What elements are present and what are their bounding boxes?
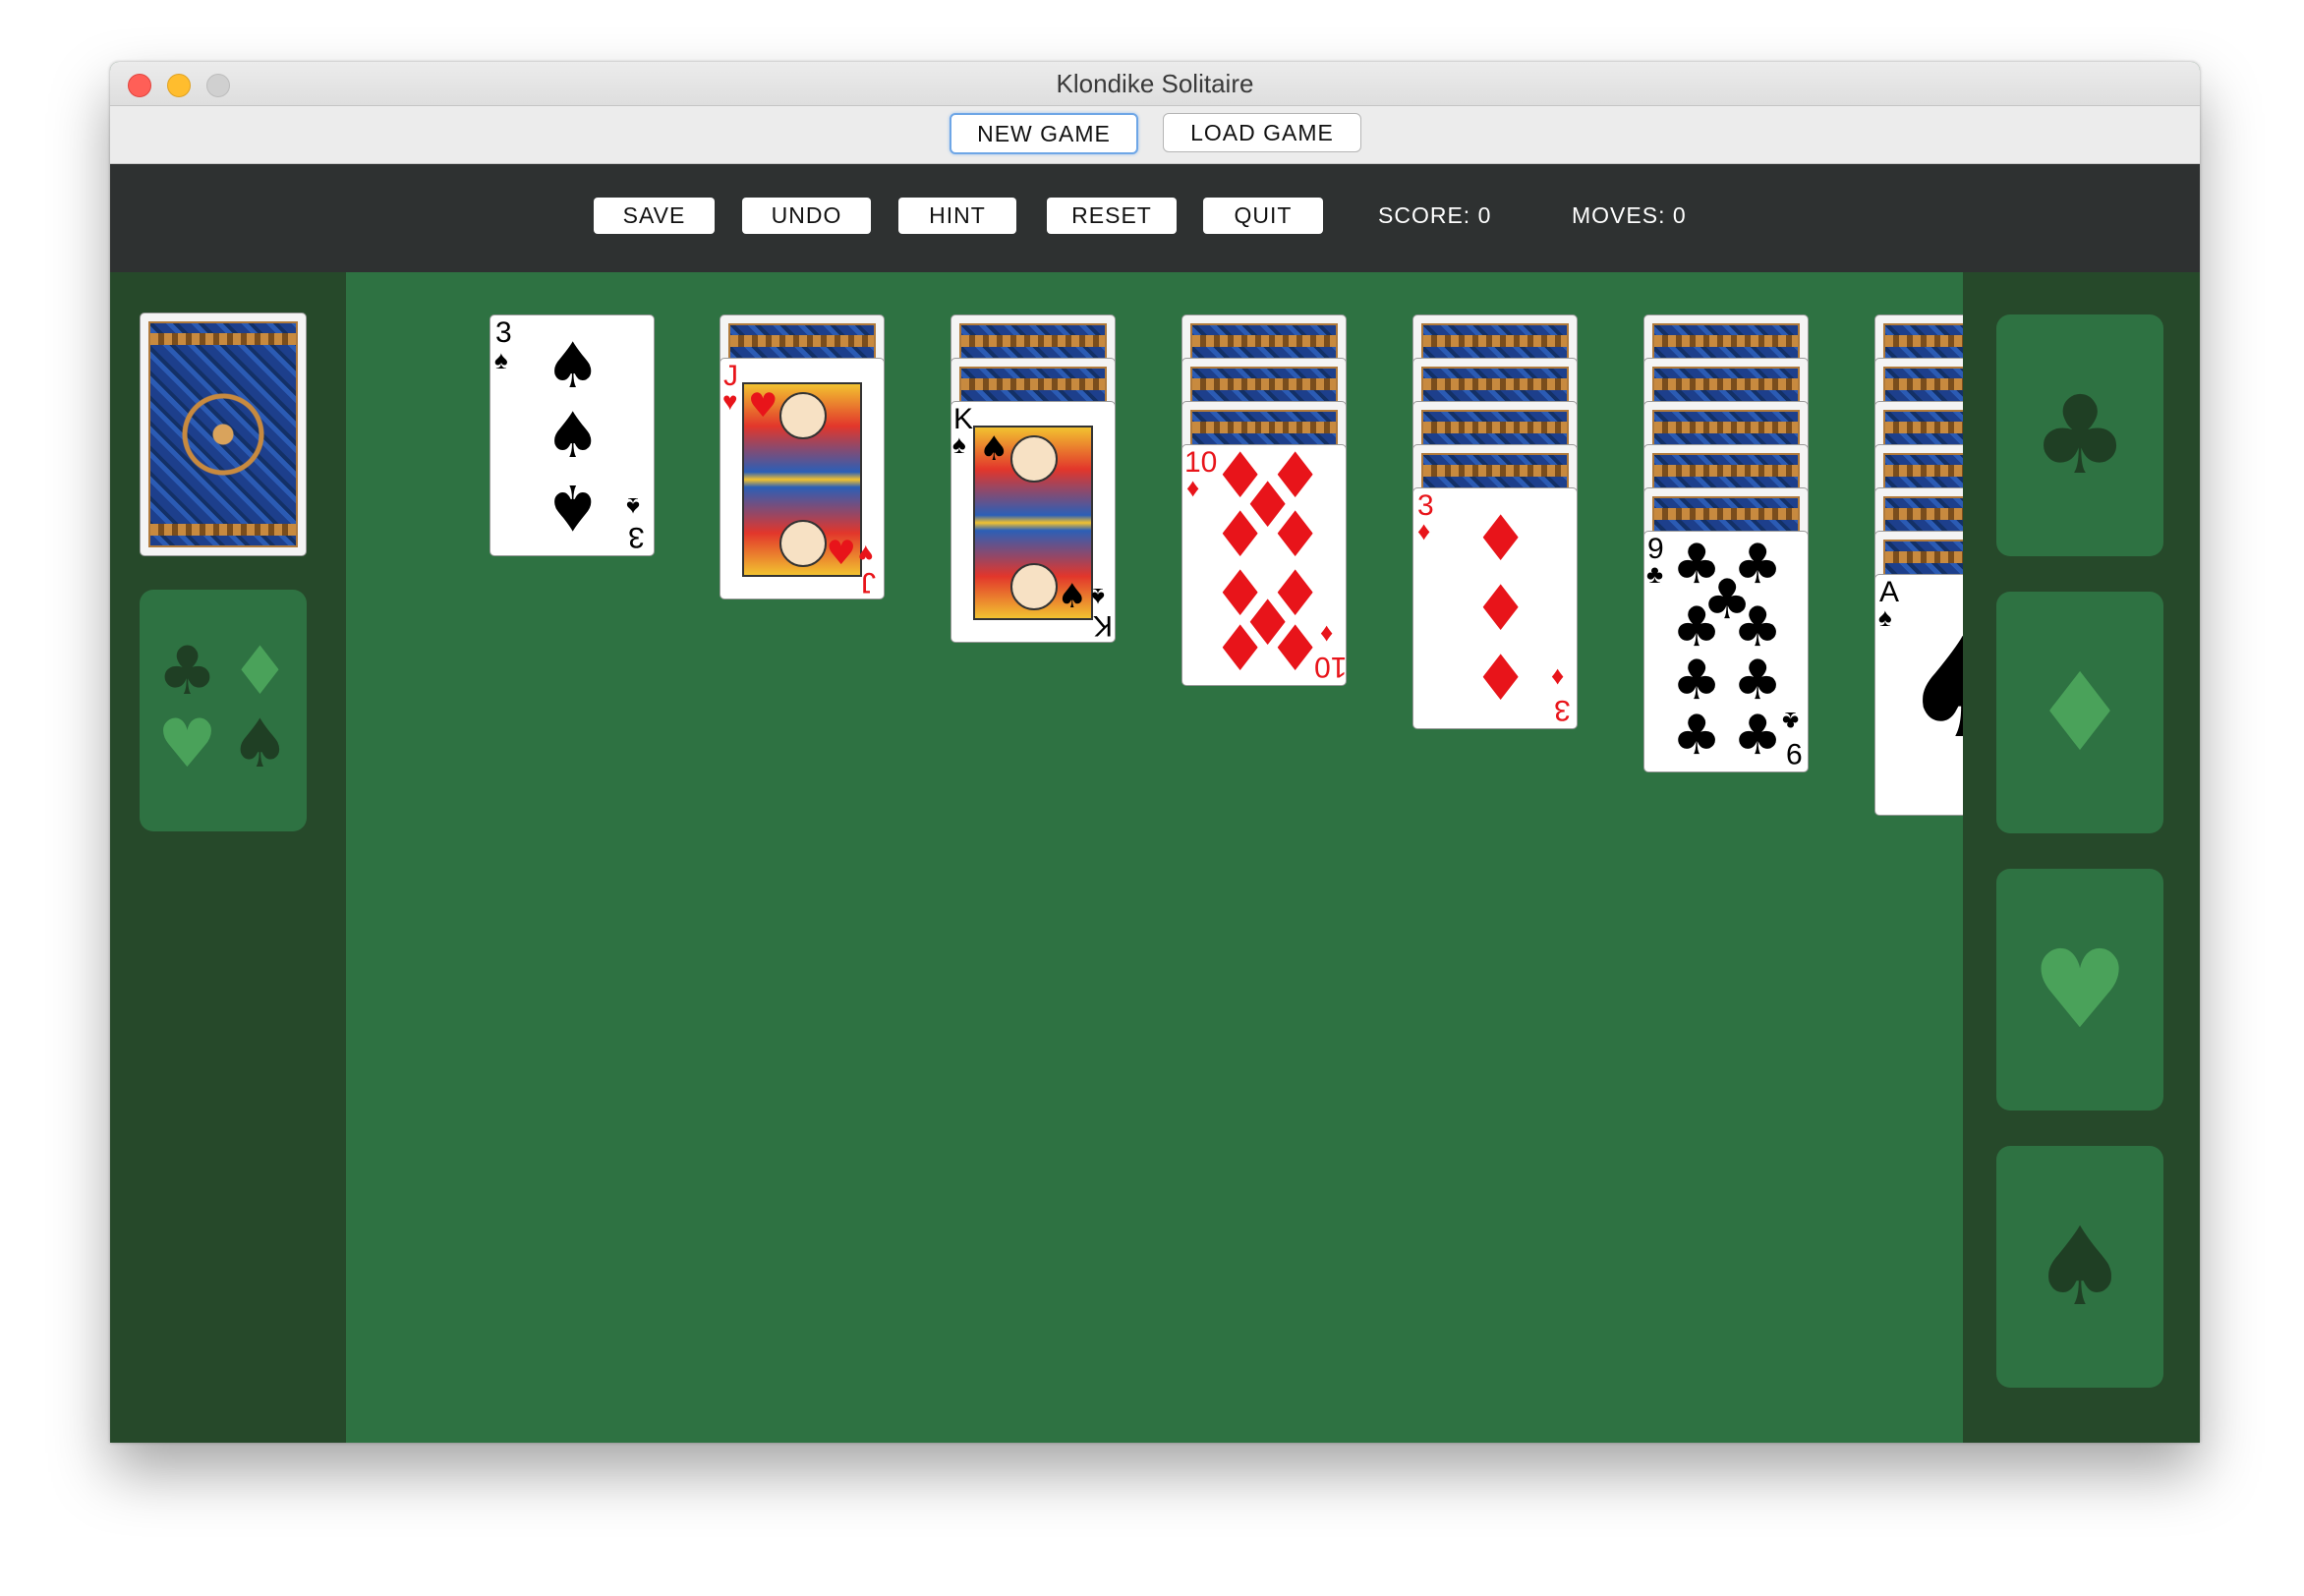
undo-button[interactable]: UNDO [742, 198, 871, 234]
diamond-icon: ♦ [2031, 650, 2129, 775]
heart-icon: ♥ [722, 386, 738, 416]
court-face [1010, 435, 1058, 483]
club-icon: ♣ [1782, 707, 1800, 736]
club-icon: ♣ [157, 633, 217, 711]
spade-icon: ♠ [1878, 602, 1892, 632]
spade-icon: ♠ [1091, 583, 1105, 612]
tableau-col6-top-card[interactable]: 9 ♣ ♣ ♣ ♣ ♣ ♣ ♣ ♣ ♣ ♣ ♣ 9 [1643, 531, 1809, 772]
diamond-icon: ♦ [1320, 620, 1334, 650]
jack-of-hearts-artwork: ♥ ♥ [742, 382, 862, 577]
close-window-button[interactable] [128, 74, 151, 97]
hint-button[interactable]: HINT [898, 198, 1016, 234]
court-face [779, 392, 827, 439]
king-of-spades-artwork: ♠ ♠ [973, 426, 1093, 620]
tableau-col4-top-card[interactable]: 10 ♦ ♦ ♦ ♦ ♦ ♦ ♦ ♦ ♦ ♦ ♦ ♦ 10 [1181, 444, 1347, 686]
spade-icon: ♠ [230, 706, 290, 783]
card-rank: 10 [1314, 651, 1347, 683]
card-rank: J [861, 566, 876, 598]
app-window: Klondike Solitaire NEW GAME LOAD GAME SA… [110, 62, 2200, 1443]
diamond-icon: ♦ [1417, 516, 1431, 545]
diamond-icon: ♦ [1472, 503, 1529, 576]
foundation-hearts[interactable]: ♥ [1996, 869, 2163, 1111]
card-rank: 3 [1554, 694, 1571, 726]
minimize-window-button[interactable] [167, 74, 191, 97]
diamond-icon: ♦ [1472, 573, 1529, 646]
spade-icon: ♠ [2031, 1204, 2129, 1330]
club-icon: ♣ [1733, 704, 1783, 768]
reset-button[interactable]: RESET [1047, 198, 1177, 234]
spade-icon: ♠ [545, 470, 602, 542]
club-icon: ♣ [2031, 372, 2129, 498]
foundation-clubs[interactable]: ♣ [1996, 314, 2163, 556]
tableau-col2-top-card[interactable]: J ♥ ♥ ♥ ♥ J [720, 358, 885, 599]
save-button[interactable]: SAVE [594, 198, 715, 234]
quit-button[interactable]: QUIT [1203, 198, 1323, 234]
court-face [1010, 563, 1058, 610]
tableau-col1-top-card[interactable]: 3 ♠ ♠ ♠ ♠ ♠ 3 [490, 314, 655, 556]
spade-icon: ♠ [952, 429, 966, 459]
card-rank: 9 [1786, 737, 1803, 770]
foundation-spades[interactable]: ♠ [1996, 1146, 2163, 1388]
spade-icon: ♠ [545, 330, 602, 403]
heart-icon: ♥ [858, 540, 874, 569]
stock-pile[interactable] [140, 313, 307, 556]
toolbar: SAVE UNDO HINT RESET QUIT SCORE: 0 MOVES… [110, 164, 2200, 272]
tableau-col5-top-card[interactable]: 3 ♦ ♦ ♦ ♦ ♦ 3 [1412, 487, 1578, 729]
spade-icon: ♠ [626, 492, 640, 522]
heart-icon: ♥ [2031, 927, 2129, 1053]
heart-icon: ♥ [157, 706, 217, 783]
card-back-pattern [148, 321, 298, 547]
new-game-button[interactable]: NEW GAME [950, 113, 1138, 154]
zoom-window-button[interactable] [206, 74, 230, 97]
window-title: Klondike Solitaire [1056, 69, 1254, 98]
game-menu-bar: NEW GAME LOAD GAME [110, 106, 2200, 164]
diamond-icon: ♦ [1212, 613, 1269, 686]
spade-icon: ♠ [1057, 577, 1087, 616]
moves-label: MOVES: 0 [1572, 202, 1687, 228]
diamond-icon: ♦ [1186, 473, 1200, 502]
score-label: SCORE: 0 [1378, 202, 1492, 228]
stock-waste-panel: ♣ ♦ ♥ ♠ [110, 272, 346, 1443]
card-rank: K [1093, 609, 1114, 642]
tableau-col3-top-card[interactable]: K ♠ ♠ ♠ ♠ K [950, 401, 1116, 643]
diamond-icon: ♦ [1472, 643, 1529, 715]
waste-pile-empty[interactable]: ♣ ♦ ♥ ♠ [140, 590, 307, 831]
heart-icon: ♥ [748, 386, 778, 426]
foundation-diamonds[interactable]: ♦ [1996, 592, 2163, 833]
card-rank: 3 [495, 316, 512, 349]
load-game-button[interactable]: LOAD GAME [1163, 113, 1361, 152]
card-rank: 3 [628, 521, 645, 553]
club-icon: ♣ [1646, 559, 1664, 589]
spade-icon: ♠ [545, 400, 602, 473]
club-icon: ♣ [1672, 704, 1722, 768]
title-bar: Klondike Solitaire [110, 62, 2200, 106]
tableau: 3 ♠ ♠ ♠ ♠ ♠ 3 J ♥ ♥ ♥ ♥ J K ♠ ♠ ♠ ♠ K 10… [346, 272, 2040, 1443]
heart-icon: ♥ [826, 534, 856, 573]
spade-icon: ♠ [979, 429, 1009, 469]
diamond-icon: ♦ [1551, 663, 1565, 693]
diamond-icon: ♦ [230, 633, 290, 711]
court-face [779, 520, 827, 567]
spade-icon: ♠ [494, 345, 508, 374]
foundation-panel: ♣ ♦ ♥ ♠ [1963, 272, 2200, 1443]
